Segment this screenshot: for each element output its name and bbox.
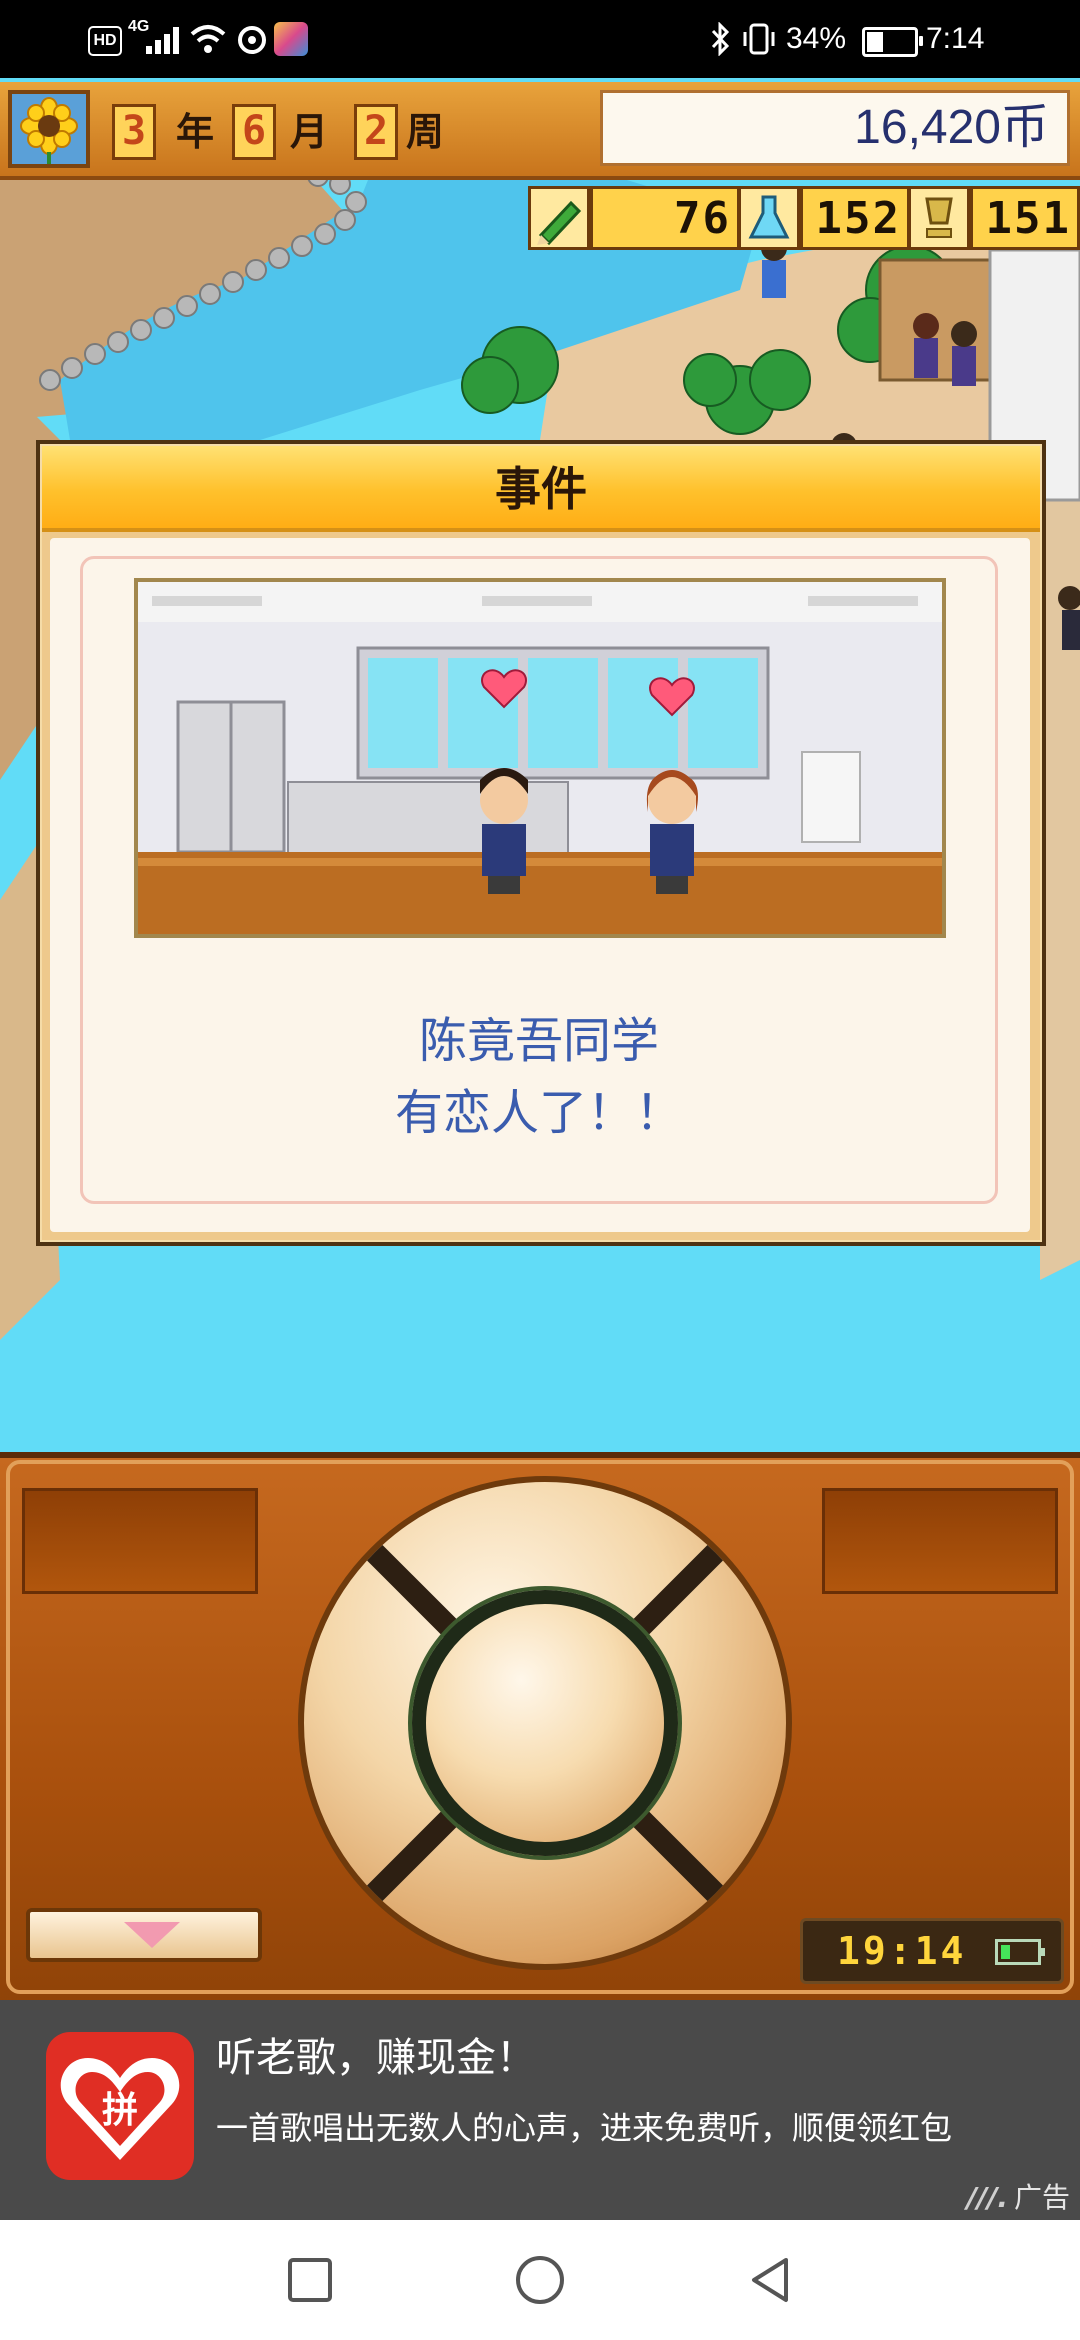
event-message-line2: 有恋人了！！ — [394, 1085, 683, 1141]
pencil-icon — [528, 186, 590, 250]
back-button[interactable] — [744, 2254, 796, 2306]
bluetooth-icon — [711, 22, 730, 56]
home-button[interactable] — [514, 2254, 566, 2306]
event-dialog-title: 事件 — [495, 462, 587, 516]
research-stat: 152 — [800, 186, 910, 250]
left-shoulder-button[interactable] — [22, 1488, 258, 1594]
event-message: 陈竟吾同学 有恋人了！！ — [80, 1005, 998, 1149]
event-message-line1: 陈竟吾同学 — [418, 1013, 659, 1069]
battery-icon — [862, 27, 923, 57]
game-app-icon — [274, 22, 308, 56]
clock: 7:14 — [926, 22, 985, 55]
study-value: 76 — [674, 193, 731, 244]
reputation-value: 151 — [985, 193, 1071, 244]
vibrate-icon — [743, 23, 775, 55]
ad-logo-text: 拼 — [102, 2090, 138, 2131]
reputation-stat: 151 — [970, 186, 1080, 250]
week-value: 2 — [354, 104, 398, 160]
ad-label: ///. 广告 — [967, 2178, 1070, 2218]
ad-label-text: 广告 — [1013, 2181, 1070, 2214]
year-label: 年 — [176, 110, 215, 154]
event-scene-image — [134, 578, 946, 938]
battery-icon — [995, 1939, 1045, 1965]
study-stat: 76 — [590, 186, 740, 250]
ad-description[interactable]: 一首歌唱出无数人的心声，进来免费听，顺便领红包 — [216, 2104, 1076, 2170]
ad-title[interactable]: 听老歌，赚现金！ — [216, 2030, 536, 2086]
hd-badge: HD — [88, 26, 122, 56]
year-value: 3 — [112, 104, 156, 160]
recents-button[interactable] — [284, 2254, 336, 2306]
game-clock-time: 19:14 — [837, 1929, 967, 1973]
month-label: 月 — [290, 110, 329, 154]
sunflower-icon — [8, 90, 90, 168]
game-clock: 19:14 — [800, 1918, 1064, 1984]
chevron-down-icon — [124, 1922, 180, 1948]
menu-toggle-button[interactable] — [26, 1908, 262, 1962]
dpad-center-button[interactable] — [412, 1590, 678, 1856]
event-dialog-header: 事件 — [42, 446, 1040, 532]
flask-icon — [738, 186, 800, 250]
ad-app-logo[interactable]: 拼 — [46, 2032, 194, 2180]
week-label: 周 — [406, 110, 445, 154]
right-shoulder-button[interactable] — [822, 1488, 1058, 1594]
money-display: 16,420币 — [600, 90, 1070, 166]
signal-icon — [146, 26, 182, 54]
hotspot-icon — [238, 26, 266, 54]
wifi-icon — [190, 25, 226, 53]
trophy-icon — [908, 186, 970, 250]
month-value: 6 — [232, 104, 276, 160]
research-value: 152 — [815, 193, 901, 244]
stats-bar: 76 152 151 — [528, 186, 1080, 254]
ad-network-icon: ///. — [966, 2181, 1008, 2214]
battery-percent: 34% — [786, 22, 847, 55]
status-bar: HD 4G 34% 7:14 — [0, 0, 1080, 78]
